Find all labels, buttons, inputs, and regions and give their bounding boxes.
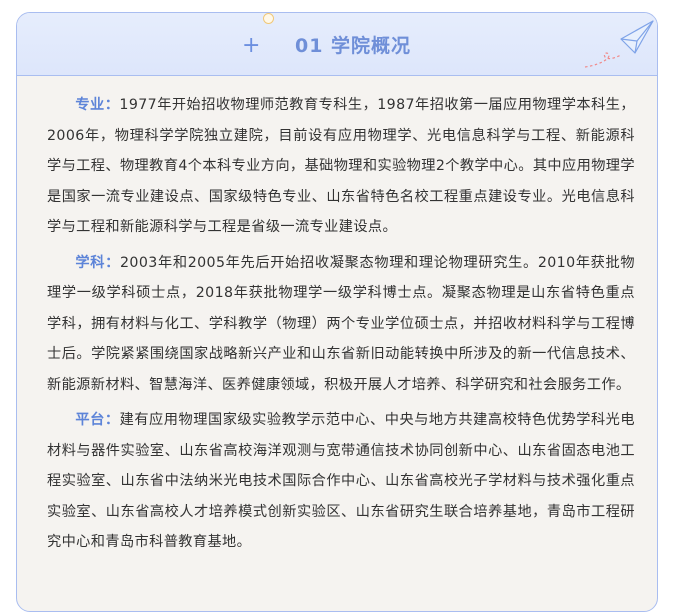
circle-decoration-icon — [263, 13, 274, 24]
plus-icon: + — [242, 33, 261, 58]
paragraph-discipline: 学科：2003年和2005年先后开始招收凝聚态物理和理论物理研究生。2010年获… — [47, 248, 635, 401]
section-title: 01 学院概况 — [295, 35, 412, 57]
paragraph-label: 学科： — [75, 254, 120, 271]
paragraph-text: 建有应用物理国家级实验教学示范中心、中央与地方共建高校特色优势学科光电材料与器件… — [47, 412, 635, 550]
paper-plane-icon — [584, 20, 654, 68]
college-overview-card: + 01 学院概况 专业：1977年开始招收物理师范教育专科生，1987年招收第… — [16, 12, 658, 612]
paragraph-label: 平台： — [75, 412, 120, 428]
paragraph-label: 专业： — [75, 97, 120, 113]
paragraph-text: 1977年开始招收物理师范教育专科生，1987年招收第一届应用物理学本科生，20… — [47, 97, 635, 235]
section-header: + 01 学院概况 — [17, 13, 657, 76]
overview-content: 专业：1977年开始招收物理师范教育专科生，1987年招收第一届应用物理学本科生… — [17, 76, 657, 558]
paragraph-major: 专业：1977年开始招收物理师范教育专科生，1987年招收第一届应用物理学本科生… — [47, 90, 635, 243]
paragraph-text: 2003年和2005年先后开始招收凝聚态物理和理论物理研究生。2010年获批物理… — [47, 254, 635, 393]
paragraph-platform: 平台：建有应用物理国家级实验教学示范中心、中央与地方共建高校特色优势学科光电材料… — [47, 405, 635, 558]
